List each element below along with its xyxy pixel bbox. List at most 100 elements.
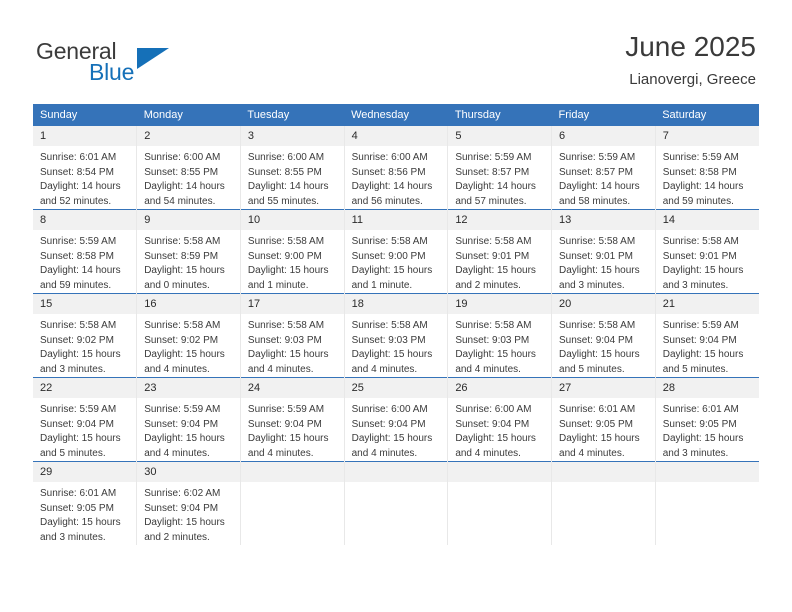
sunrise-text: Sunrise: 5:58 AM xyxy=(40,320,117,331)
day-number: 2 xyxy=(137,126,240,146)
day-info: Sunrise: 6:00 AM Sunset: 8:56 PM Dayligh… xyxy=(345,146,448,209)
day-info: Sunrise: 5:58 AM Sunset: 9:00 PM Dayligh… xyxy=(241,230,344,293)
day-cell[interactable]: 6 Sunrise: 5:59 AM Sunset: 8:57 PM Dayli… xyxy=(551,126,656,210)
brand-logo[interactable]: General Blue xyxy=(36,38,236,90)
daylight-text: Daylight: 15 hours and 4 minutes. xyxy=(559,433,640,459)
day-number: 15 xyxy=(33,294,137,314)
day-number: 12 xyxy=(448,210,552,230)
brand-name-blue: Blue xyxy=(89,59,135,85)
sunrise-text: Sunrise: 5:58 AM xyxy=(455,320,532,331)
sunset-text: Sunset: 9:00 PM xyxy=(351,250,426,262)
day-cell[interactable]: 22 Sunrise: 5:59 AM Sunset: 9:04 PM Dayl… xyxy=(33,377,137,462)
day-cell[interactable]: 9 Sunrise: 5:58 AM Sunset: 8:59 PM Dayli… xyxy=(136,209,241,294)
sunrise-text: Sunrise: 5:59 AM xyxy=(662,320,739,331)
day-cell[interactable]: 14 Sunrise: 5:58 AM Sunset: 9:01 PM Dayl… xyxy=(654,209,759,294)
day-number: 26 xyxy=(448,378,552,398)
day-cell[interactable]: 10 Sunrise: 5:58 AM Sunset: 9:00 PM Dayl… xyxy=(239,209,345,294)
sunset-text: Sunset: 8:59 PM xyxy=(144,250,219,262)
day-info: Sunrise: 5:58 AM Sunset: 9:03 PM Dayligh… xyxy=(345,314,448,377)
calendar-page: General Blue June 2025 Lianovergi, Greec… xyxy=(0,0,792,612)
day-info: Sunrise: 5:58 AM Sunset: 9:03 PM Dayligh… xyxy=(241,314,344,377)
day-cell[interactable]: 1 Sunrise: 6:01 AM Sunset: 8:54 PM Dayli… xyxy=(33,126,137,210)
day-cell[interactable]: 13 Sunrise: 5:58 AM Sunset: 9:01 PM Dayl… xyxy=(551,209,656,294)
day-info: Sunrise: 6:01 AM Sunset: 9:05 PM Dayligh… xyxy=(656,398,759,461)
day-number: 9 xyxy=(137,210,240,230)
daylight-text: Daylight: 14 hours and 55 minutes. xyxy=(247,181,329,207)
sunrise-text: Sunrise: 5:59 AM xyxy=(144,404,221,415)
calendar-table: Sunday Monday Tuesday Wednesday Thursday… xyxy=(33,104,759,545)
day-info: Sunrise: 5:58 AM Sunset: 9:01 PM Dayligh… xyxy=(448,230,551,293)
sunrise-text: Sunrise: 6:00 AM xyxy=(455,404,532,415)
day-cell[interactable]: 15 Sunrise: 5:58 AM Sunset: 9:02 PM Dayl… xyxy=(33,293,137,378)
sunset-text: Sunset: 9:02 PM xyxy=(144,334,219,346)
day-cell[interactable]: 23 Sunrise: 5:59 AM Sunset: 9:04 PM Dayl… xyxy=(136,377,241,462)
day-info: Sunrise: 5:58 AM Sunset: 9:01 PM Dayligh… xyxy=(552,230,655,293)
weekday-header-thursday: Thursday xyxy=(447,104,552,126)
day-number: 10 xyxy=(240,210,344,230)
sunrise-text: Sunrise: 5:59 AM xyxy=(40,404,117,415)
daylight-text: Daylight: 15 hours and 4 minutes. xyxy=(247,349,329,375)
sunrise-text: Sunrise: 5:58 AM xyxy=(351,236,428,247)
day-cell[interactable]: 29 Sunrise: 6:01 AM Sunset: 9:05 PM Dayl… xyxy=(33,461,137,545)
sunrise-text: Sunrise: 5:58 AM xyxy=(144,320,221,331)
day-cell[interactable]: 18 Sunrise: 5:58 AM Sunset: 9:03 PM Dayl… xyxy=(343,293,448,378)
day-cell[interactable]: 17 Sunrise: 5:58 AM Sunset: 9:03 PM Dayl… xyxy=(239,293,345,378)
day-info: Sunrise: 5:58 AM Sunset: 8:59 PM Dayligh… xyxy=(137,230,240,293)
day-cell-empty xyxy=(447,461,552,545)
day-number: 30 xyxy=(137,462,240,482)
sunset-text: Sunset: 9:04 PM xyxy=(559,334,633,346)
sunset-text: Sunset: 8:57 PM xyxy=(455,166,530,178)
daylight-text: Daylight: 15 hours and 5 minutes. xyxy=(559,349,640,375)
day-cell[interactable]: 30 Sunrise: 6:02 AM Sunset: 9:04 PM Dayl… xyxy=(136,461,241,545)
day-cell[interactable]: 20 Sunrise: 5:58 AM Sunset: 9:04 PM Dayl… xyxy=(551,293,656,378)
day-info: Sunrise: 5:59 AM Sunset: 8:58 PM Dayligh… xyxy=(656,146,759,209)
sunset-text: Sunset: 8:55 PM xyxy=(247,166,322,178)
day-number: 17 xyxy=(240,294,344,314)
daylight-text: Daylight: 14 hours and 56 minutes. xyxy=(351,181,433,207)
weekday-header-wednesday: Wednesday xyxy=(344,104,448,126)
day-info: Sunrise: 5:59 AM Sunset: 9:04 PM Dayligh… xyxy=(241,398,344,461)
day-cell[interactable]: 12 Sunrise: 5:58 AM Sunset: 9:01 PM Dayl… xyxy=(447,209,552,294)
day-cell[interactable]: 21 Sunrise: 5:59 AM Sunset: 9:04 PM Dayl… xyxy=(654,293,759,378)
sunrise-text: Sunrise: 5:58 AM xyxy=(455,236,532,247)
day-number: 28 xyxy=(655,378,759,398)
daylight-text: Daylight: 15 hours and 4 minutes. xyxy=(144,433,225,459)
day-info: Sunrise: 5:58 AM Sunset: 9:00 PM Dayligh… xyxy=(345,230,448,293)
day-number: 27 xyxy=(552,378,655,398)
day-cell[interactable]: 11 Sunrise: 5:58 AM Sunset: 9:00 PM Dayl… xyxy=(343,209,448,294)
sunrise-text: Sunrise: 6:00 AM xyxy=(351,152,428,163)
daylight-text: Daylight: 15 hours and 4 minutes. xyxy=(455,433,536,459)
daylight-text: Daylight: 15 hours and 1 minute. xyxy=(247,265,329,291)
day-cell[interactable]: 24 Sunrise: 5:59 AM Sunset: 9:04 PM Dayl… xyxy=(239,377,345,462)
day-number: 1 xyxy=(33,126,137,146)
weekday-header-tuesday: Tuesday xyxy=(240,104,345,126)
sunset-text: Sunset: 9:01 PM xyxy=(662,250,737,262)
day-cell[interactable]: 19 Sunrise: 5:58 AM Sunset: 9:03 PM Dayl… xyxy=(447,293,552,378)
sunrise-text: Sunrise: 5:58 AM xyxy=(351,320,428,331)
day-cell[interactable]: 7 Sunrise: 5:59 AM Sunset: 8:58 PM Dayli… xyxy=(654,126,759,210)
day-cell[interactable]: 8 Sunrise: 5:59 AM Sunset: 8:58 PM Dayli… xyxy=(33,209,137,294)
sunrise-text: Sunrise: 6:00 AM xyxy=(144,152,221,163)
day-cell[interactable]: 25 Sunrise: 6:00 AM Sunset: 9:04 PM Dayl… xyxy=(343,377,448,462)
daylight-text: Daylight: 14 hours and 58 minutes. xyxy=(559,181,640,207)
day-number xyxy=(344,462,448,482)
day-cell[interactable]: 2 Sunrise: 6:00 AM Sunset: 8:55 PM Dayli… xyxy=(136,126,241,210)
day-cell[interactable]: 26 Sunrise: 6:00 AM Sunset: 9:04 PM Dayl… xyxy=(447,377,552,462)
day-cell[interactable]: 16 Sunrise: 5:58 AM Sunset: 9:02 PM Dayl… xyxy=(136,293,241,378)
day-info: Sunrise: 6:00 AM Sunset: 9:04 PM Dayligh… xyxy=(345,398,448,461)
day-number: 25 xyxy=(344,378,448,398)
day-cell-empty xyxy=(551,461,656,545)
day-cell[interactable]: 5 Sunrise: 5:59 AM Sunset: 8:57 PM Dayli… xyxy=(447,126,552,210)
day-cell[interactable]: 28 Sunrise: 6:01 AM Sunset: 9:05 PM Dayl… xyxy=(654,377,759,462)
sunrise-text: Sunrise: 5:58 AM xyxy=(559,320,636,331)
sunset-text: Sunset: 8:58 PM xyxy=(40,250,114,262)
day-info: Sunrise: 6:00 AM Sunset: 8:55 PM Dayligh… xyxy=(137,146,240,209)
sunrise-text: Sunrise: 5:59 AM xyxy=(559,152,636,163)
sunset-text: Sunset: 9:05 PM xyxy=(40,502,114,514)
day-cell[interactable]: 4 Sunrise: 6:00 AM Sunset: 8:56 PM Dayli… xyxy=(343,126,448,210)
sunset-text: Sunset: 9:04 PM xyxy=(247,418,322,430)
day-info: Sunrise: 5:58 AM Sunset: 9:01 PM Dayligh… xyxy=(656,230,759,293)
day-cell[interactable]: 27 Sunrise: 6:01 AM Sunset: 9:05 PM Dayl… xyxy=(551,377,656,462)
day-cell[interactable]: 3 Sunrise: 6:00 AM Sunset: 8:55 PM Dayli… xyxy=(239,126,345,210)
weekday-header-monday: Monday xyxy=(136,104,241,126)
